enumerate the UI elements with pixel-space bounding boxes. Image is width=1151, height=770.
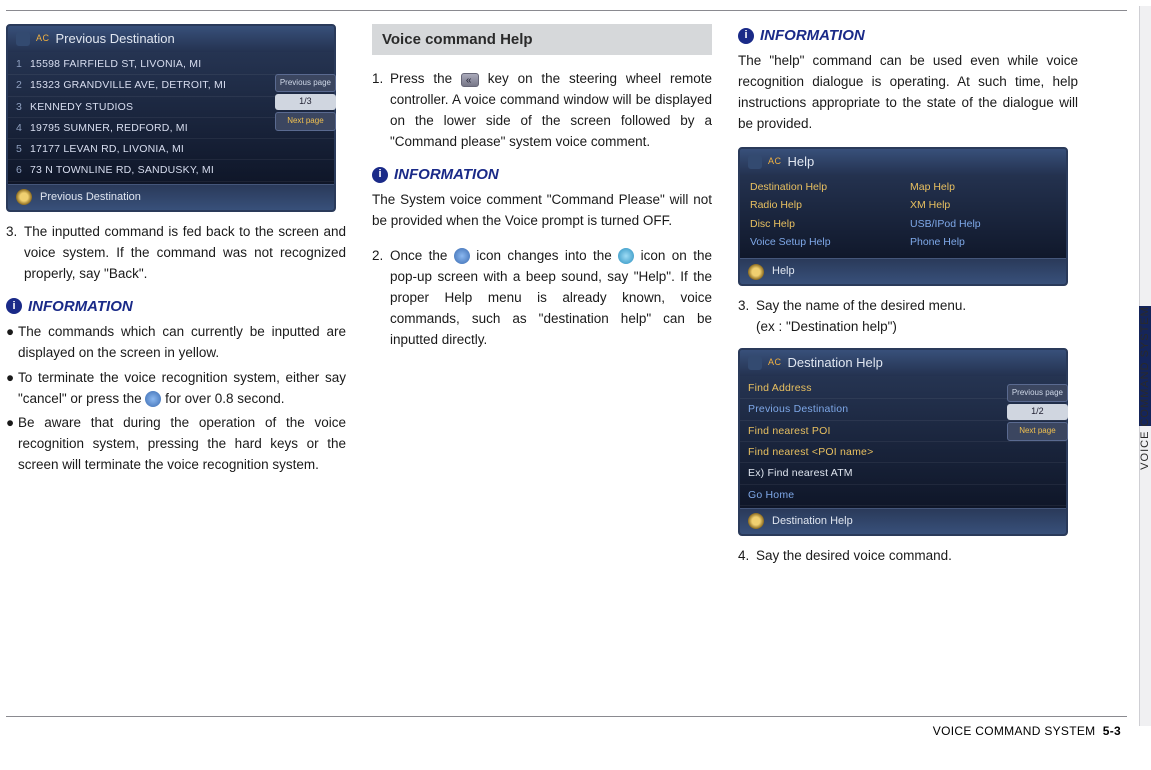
voice-indicator-icon — [16, 189, 32, 205]
page-footer: VOICE COMMAND SYSTEM 5-3 — [933, 724, 1121, 738]
info-icon: i — [738, 28, 754, 44]
prev-page-button: Previous page — [1007, 384, 1068, 402]
step-number: 1. — [372, 69, 390, 153]
mic-icon — [748, 155, 762, 169]
next-page-button: Next page — [1007, 422, 1068, 440]
prev-page-button: Previous page — [275, 74, 336, 92]
pager: Previous page 1/2 Next page — [1007, 384, 1068, 441]
voice-indicator-icon — [748, 513, 764, 529]
list-item: Go Home — [740, 485, 1066, 506]
help-item: Destination Help — [750, 179, 896, 195]
information-heading: i INFORMATION — [6, 295, 346, 318]
next-page-button: Next page — [275, 112, 336, 130]
screen-title: Previous Destination — [56, 29, 175, 49]
step-number: 3. — [6, 222, 24, 285]
screen-title: Destination Help — [788, 353, 883, 373]
step-number: 4. — [738, 546, 756, 567]
help-menu-grid: Destination Help Map Help Radio Help XM … — [740, 175, 1066, 258]
info-icon: i — [6, 298, 22, 314]
help-item: USB/IPod Help — [910, 216, 1056, 232]
step-4: 4. Say the desired voice command. — [738, 546, 1078, 567]
voice-icon-idle — [454, 248, 470, 264]
help-item: Voice Setup Help — [750, 234, 896, 250]
screenshot-destination-help: AC Destination Help Find Address Previou… — [738, 348, 1068, 536]
column-1: AC Previous Destination 115598 FAIRFIELD… — [6, 24, 346, 567]
information-heading: i INFORMATION — [738, 24, 1078, 47]
help-item: Disc Help — [750, 216, 896, 232]
step-1: 1. Press the key on the steering wheel r… — [372, 69, 712, 153]
help-item: Phone Help — [910, 234, 1056, 250]
bullet-item: ● Be aware that during the operation of … — [6, 413, 346, 476]
page-indicator: 1/2 — [1007, 404, 1068, 420]
section-side-label: VOICE COMMAND SYSTEM — [1139, 306, 1151, 470]
screen-footer: Previous Destination — [40, 189, 141, 206]
step-3: 3. The inputted command is fed back to t… — [6, 222, 346, 285]
footer-rule — [6, 716, 1127, 717]
list-item: Ex) Find nearest ATM — [740, 463, 1066, 484]
step-2: 2. Once the icon changes into the icon o… — [372, 246, 712, 351]
bullet-item: ● To terminate the voice recognition sys… — [6, 368, 346, 410]
screen-title: Help — [788, 152, 815, 172]
voice-indicator-icon — [748, 264, 764, 280]
manual-page: AC Previous Destination 115598 FAIRFIELD… — [6, 6, 1106, 726]
info-body: The "help" command can be used even whil… — [738, 51, 1078, 135]
info-body: The System voice comment "Command Please… — [372, 190, 712, 232]
list-item: 673 N TOWNLINE RD, SANDUSKY, MI — [8, 160, 334, 181]
step-3: 3. Say the name of the desired menu. (ex… — [738, 296, 1078, 338]
section-heading: Voice command Help — [372, 24, 712, 55]
ac-badge: AC — [36, 32, 50, 46]
mic-icon — [748, 356, 762, 370]
steering-key-icon — [461, 73, 479, 87]
screenshot-help: AC Help Destination Help Map Help Radio … — [738, 147, 1068, 286]
bullet-item: ● The commands which can currently be in… — [6, 322, 346, 364]
column-3: i INFORMATION The "help" command can be … — [738, 24, 1078, 567]
step-number: 2. — [372, 246, 390, 351]
screen-footer: Destination Help — [772, 513, 853, 530]
voice-icon-listening — [618, 248, 634, 264]
page-number: 5-3 — [1103, 724, 1121, 738]
help-item: Map Help — [910, 179, 1056, 195]
pager: Previous page 1/3 Next page — [275, 74, 336, 131]
help-item: Radio Help — [750, 197, 896, 213]
step-number: 3. — [738, 296, 756, 338]
information-heading: i INFORMATION — [372, 163, 712, 186]
page-indicator: 1/3 — [275, 94, 336, 110]
page-edge — [1139, 6, 1151, 306]
ac-badge: AC — [768, 356, 782, 370]
help-item: XM Help — [910, 197, 1056, 213]
mic-icon — [16, 32, 30, 46]
list-item: Find nearest <POI name> — [740, 442, 1066, 463]
screen-footer: Help — [772, 263, 795, 280]
page-edge — [1139, 426, 1151, 726]
list-item: 517177 LEVAN RD, LIVONIA, MI — [8, 139, 334, 160]
voice-button-icon — [145, 391, 161, 407]
column-2: Voice command Help 1. Press the key on t… — [372, 24, 712, 567]
ac-badge: AC — [768, 155, 782, 169]
info-icon: i — [372, 167, 388, 183]
list-item: 115598 FAIRFIELD ST, LIVONIA, MI — [8, 54, 334, 75]
